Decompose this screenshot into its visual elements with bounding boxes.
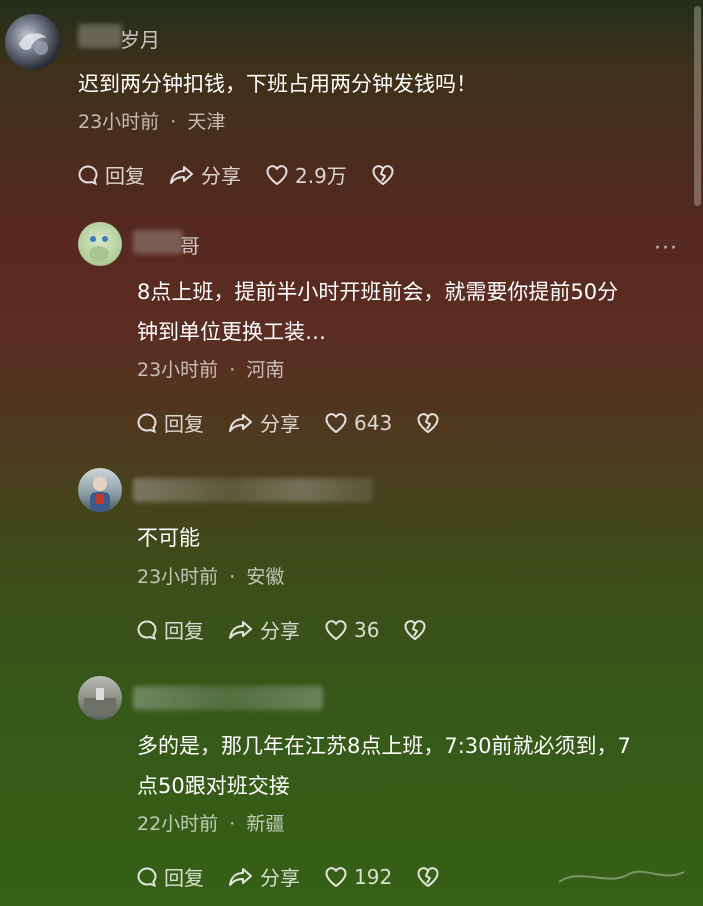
heart-icon — [325, 866, 347, 887]
share-arrow-icon — [170, 165, 193, 184]
username-blurred[interactable] — [133, 686, 323, 710]
avatar[interactable] — [78, 222, 122, 266]
comment-time: 22小时前 — [137, 813, 219, 835]
broken-heart-icon — [417, 412, 439, 433]
comment-meta: 23小时前 · 安徽 — [137, 562, 284, 589]
speech-bubble-icon — [137, 866, 157, 887]
broken-heart-icon — [372, 164, 394, 185]
comment-text: 多的是，那几年在江苏8点上班，7:30前就必须到，7 点50跟对班交接 — [137, 726, 631, 806]
comment-time: 23小时前 — [78, 111, 160, 133]
speech-bubble-icon — [78, 164, 98, 185]
heart-icon — [325, 412, 347, 433]
username-blurred[interactable] — [133, 230, 183, 254]
reply-button[interactable]: 回复 — [136, 615, 204, 644]
reply-button[interactable]: 回复 — [136, 408, 204, 437]
comment-location: 安徽 — [246, 566, 285, 588]
share-label: 分享 — [260, 619, 300, 643]
meta-separator: · — [170, 111, 177, 133]
comment-text-line: 点50跟对班交接 — [137, 774, 290, 798]
heart-icon — [325, 619, 347, 640]
comment-meta: 22小时前 · 新疆 — [137, 809, 284, 836]
like-count: 192 — [354, 864, 393, 889]
share-arrow-icon — [229, 867, 252, 886]
speech-bubble-icon — [137, 412, 157, 433]
avatar-image — [90, 477, 110, 512]
comment-location: 新疆 — [246, 813, 285, 835]
like-count: 36 — [354, 617, 380, 642]
heart-icon — [266, 164, 288, 185]
share-button[interactable]: 分享 — [228, 615, 300, 644]
username-suffix[interactable]: 岁月 — [120, 24, 160, 53]
like-count: 2.9万 — [295, 164, 347, 188]
comment-meta: 23小时前 · 天津 — [78, 107, 225, 134]
comment-text: 迟到两分钟扣钱，下班占用两分钟发钱吗！ — [78, 72, 477, 96]
username-blurred[interactable] — [133, 478, 373, 502]
reply-button[interactable]: 回复 — [136, 862, 204, 891]
avatar-image — [19, 33, 48, 55]
like-button[interactable]: 192 — [324, 865, 392, 889]
dislike-button[interactable] — [371, 164, 401, 186]
share-button[interactable]: 分享 — [169, 160, 241, 189]
like-count: 643 — [354, 410, 393, 435]
username-suffix[interactable]: 哥 — [180, 230, 200, 259]
broken-heart-icon — [417, 866, 439, 887]
like-button[interactable]: 2.9万 — [265, 160, 347, 189]
watermark-icon — [549, 862, 689, 892]
share-button[interactable]: 分享 — [228, 408, 300, 437]
more-options-button[interactable]: ··· — [654, 236, 678, 261]
avatar[interactable] — [78, 676, 122, 720]
like-button[interactable]: 643 — [324, 411, 392, 435]
comment-actions: 回复 分享 2.9万 — [77, 160, 425, 189]
meta-separator: · — [229, 813, 236, 835]
reply-label: 回复 — [164, 412, 204, 436]
comment-meta: 23小时前 · 河南 — [137, 355, 284, 382]
meta-separator: · — [229, 566, 236, 588]
scrollbar[interactable] — [694, 6, 701, 206]
reply-label: 回复 — [105, 164, 145, 188]
broken-heart-icon — [404, 619, 426, 640]
like-button[interactable]: 36 — [324, 618, 379, 642]
share-label: 分享 — [260, 866, 300, 890]
share-arrow-icon — [229, 620, 252, 639]
speech-bubble-icon — [137, 619, 157, 640]
username-blurred[interactable] — [78, 24, 122, 48]
comment-location: 河南 — [246, 359, 285, 381]
avatar-image — [89, 236, 109, 262]
comment-actions: 回复 分享 36 — [136, 615, 457, 644]
comment-text: 8点上班，提前半小时开班前会，就需要你提前50分 钟到单位更换工装… — [137, 272, 618, 352]
comment-location: 天津 — [187, 111, 226, 133]
comment-text: 不可能 — [137, 526, 200, 550]
comment-text-line: 8点上班，提前半小时开班前会，就需要你提前50分 — [137, 280, 619, 304]
comment-actions: 回复 分享 643 — [136, 408, 470, 437]
reply-label: 回复 — [164, 619, 204, 643]
avatar[interactable] — [5, 14, 61, 70]
dislike-button[interactable] — [416, 866, 446, 888]
comment-text-line: 钟到单位更换工装… — [137, 320, 326, 344]
reply-label: 回复 — [164, 866, 204, 890]
comment-time: 23小时前 — [137, 359, 219, 381]
avatar-image — [84, 688, 116, 716]
comment-time: 23小时前 — [137, 566, 219, 588]
comment-actions: 回复 分享 192 — [136, 862, 470, 891]
avatar[interactable] — [78, 468, 122, 512]
share-label: 分享 — [260, 412, 300, 436]
reply-button[interactable]: 回复 — [77, 160, 145, 189]
dislike-button[interactable] — [403, 619, 433, 641]
share-arrow-icon — [229, 413, 252, 432]
share-label: 分享 — [201, 164, 241, 188]
comment-text-line: 多的是，那几年在江苏8点上班，7:30前就必须到，7 — [137, 734, 631, 758]
dislike-button[interactable] — [416, 412, 446, 434]
meta-separator: · — [229, 359, 236, 381]
share-button[interactable]: 分享 — [228, 862, 300, 891]
